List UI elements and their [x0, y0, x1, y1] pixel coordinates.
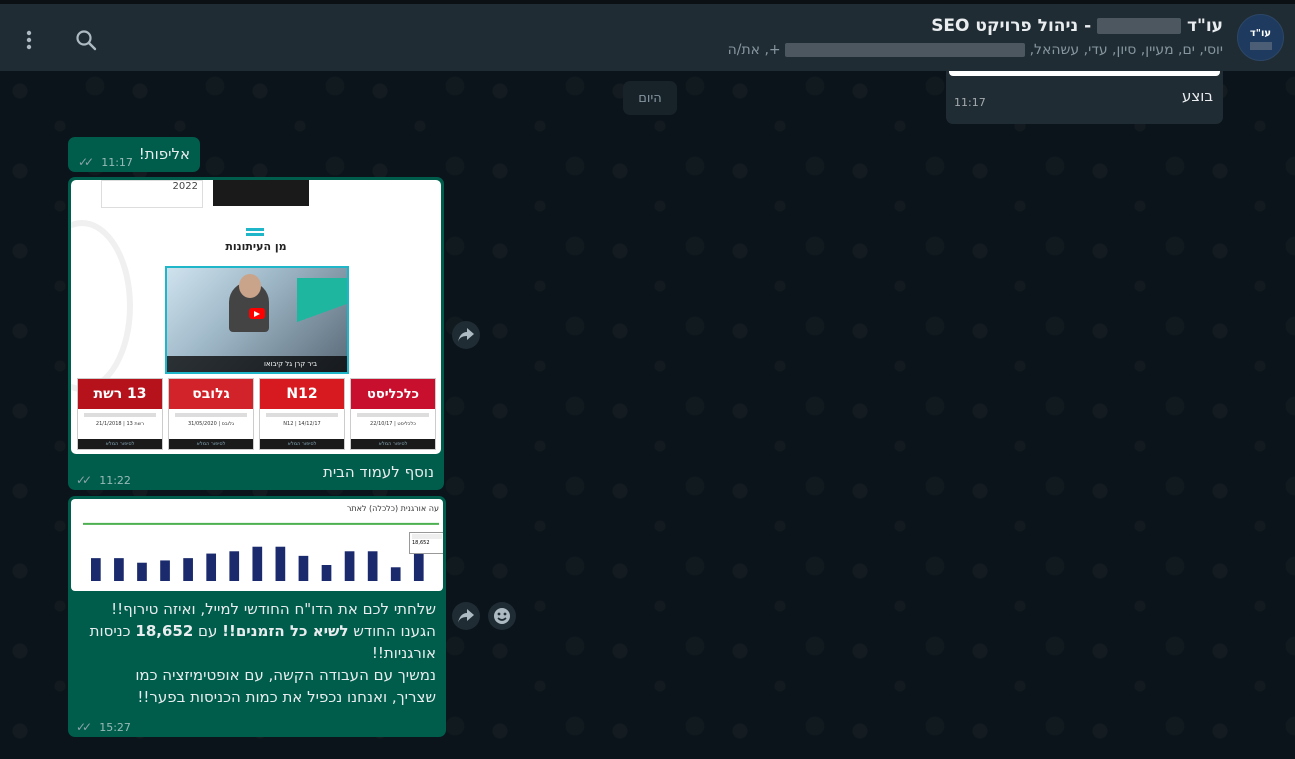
- message-time: 15:27: [99, 721, 131, 734]
- press-date: גלובס | 31/05/2020: [187, 421, 235, 427]
- quoted-image-edge: [949, 71, 1220, 76]
- press-heading: מן העיתונות: [225, 240, 287, 253]
- avatar-text: עו"ד: [1249, 28, 1272, 39]
- press-logo: N12: [260, 379, 344, 409]
- report-chart-image[interactable]: עה אורגנית (כלכלה) לאתר 18,652: [71, 499, 443, 591]
- chart-bar: [91, 558, 101, 581]
- chart-bar: [183, 558, 193, 581]
- react-button[interactable]: [488, 602, 516, 630]
- video-decor: [297, 278, 347, 348]
- incoming-message[interactable]: בוצע 11:17: [946, 71, 1223, 124]
- message-text: אליפות!: [138, 145, 190, 163]
- video-thumbnail[interactable]: ביר קרן גל קיבואו: [165, 266, 349, 374]
- award-badge-dark: [213, 180, 309, 206]
- chart-tooltip: 18,652: [409, 532, 443, 554]
- message-time: 11:22: [99, 474, 131, 487]
- chat-title[interactable]: עו"ד - ניהול פרויקט SEO: [931, 16, 1223, 36]
- outgoing-chart-message[interactable]: עה אורגנית (כלכלה) לאתר 18,652 שלחתי לכם…: [68, 496, 446, 737]
- bold-count: 18,652: [135, 622, 194, 640]
- message-meta: ✓✓ 15:27: [76, 716, 131, 735]
- press-date: כלכליסט | 22/10/17: [370, 421, 416, 427]
- press-date: N12 | 14/12/17: [283, 421, 321, 427]
- text-line: שצריך, ואנחנו נכפיל את כמות הכניסות בפער…: [137, 688, 436, 706]
- search-icon: [76, 30, 97, 51]
- message-time: 11:17: [101, 156, 133, 169]
- text-line: הגענו החודש לשיא כל הזמנים!! עם 18,652 כ…: [76, 620, 436, 664]
- redacted-participants: [785, 43, 1026, 57]
- message-text: בוצע: [1181, 87, 1213, 105]
- redacted-name: [1097, 18, 1182, 34]
- day-label: היום: [638, 90, 662, 106]
- chart-bar: [298, 555, 309, 581]
- participants-tail: +, את/ה: [727, 42, 781, 58]
- heading-accent: [246, 228, 264, 231]
- report-message-text: שלחתי לכם את הדו"ח החודשי למייל, ואיזה ט…: [76, 598, 436, 708]
- heading-accent: [246, 233, 264, 236]
- press-read-more[interactable]: לסיפור המלא: [260, 439, 344, 449]
- menu-button[interactable]: [11, 22, 47, 58]
- press-card-globes[interactable]: גלובס גלובס | 31/05/2020 לסיפור המלא: [168, 378, 254, 450]
- day-separator: היום: [623, 81, 677, 115]
- title-prefix: עו"ד: [1186, 16, 1223, 36]
- chat-header: עו"ד - ניהול פרויקט SEO יוסי, ים, מעיין,…: [0, 4, 1295, 71]
- more-vert-icon: [26, 30, 32, 50]
- press-logo: 13 רשת: [78, 379, 162, 409]
- outgoing-message[interactable]: אליפות! ✓✓ 11:17: [68, 137, 200, 172]
- award-badge: 2022: [101, 180, 203, 208]
- chart-bar: [321, 565, 332, 581]
- press-logo: גלובס: [169, 379, 253, 409]
- double-check-icon: ✓✓: [76, 473, 92, 487]
- title-suffix: - ניהול פרויקט SEO: [931, 16, 1092, 36]
- forward-button[interactable]: [452, 602, 480, 630]
- bar-chart: [83, 522, 439, 581]
- chart-bar: [229, 551, 240, 581]
- speaker-head: [239, 274, 261, 298]
- press-card-channel13[interactable]: 13 רשת רשת 13 | 21/1/2018 לסיפור המלא: [77, 378, 163, 450]
- text-line: שלחתי לכם את הדו"ח החודשי למייל, ואיזה ט…: [111, 600, 436, 618]
- text-segment: עם: [193, 622, 223, 640]
- avatar-redaction: [1250, 42, 1272, 50]
- chart-bar: [137, 562, 147, 581]
- image-caption: נוסף לעמוד הבית: [322, 463, 434, 481]
- chart-bar: [344, 551, 355, 581]
- press-read-more[interactable]: לסיפור המלא: [351, 439, 435, 449]
- press-page-image[interactable]: 2022 מן העיתונות ביר קרן גל קיבואו 13 רש…: [71, 180, 441, 454]
- chart-bar: [275, 546, 286, 581]
- group-avatar[interactable]: עו"ד: [1237, 14, 1284, 61]
- chart-bar: [390, 567, 401, 581]
- text-line: נמשיך עם העבודה הקשה, עם אופטימיזציה כמו: [135, 666, 436, 684]
- bold-record: לשיא כל הזמנים!!: [222, 622, 349, 640]
- press-logo: כלכליסט: [351, 379, 435, 409]
- press-read-more[interactable]: לסיפור המלא: [78, 439, 162, 449]
- forward-icon: [458, 609, 474, 623]
- chart-bar: [206, 553, 217, 581]
- chat-participants[interactable]: יוסי, ים, מעיין, סיון, עדי, עשהאל, +, את…: [728, 42, 1223, 58]
- press-date: רשת 13 | 21/1/2018: [95, 421, 145, 427]
- press-read-more[interactable]: לסיפור המלא: [169, 439, 253, 449]
- tooltip-value: 18,652: [412, 540, 430, 546]
- video-caption: ביר קרן גל קיבואו: [167, 356, 347, 372]
- forward-button[interactable]: [452, 321, 480, 349]
- forward-icon: [458, 328, 474, 342]
- participants-visible: יוסי, ים, מעיין, סיון, עדי, עשהאל,: [1029, 42, 1223, 58]
- chart-bar: [252, 546, 263, 581]
- double-check-icon: ✓✓: [76, 720, 92, 734]
- chart-bar: [160, 560, 170, 581]
- press-card-n12[interactable]: N12 N12 | 14/12/17 לסיפור המלא: [259, 378, 345, 450]
- youtube-play-icon[interactable]: [249, 308, 265, 319]
- chart-bar: [367, 551, 378, 581]
- chart-bar: [114, 558, 124, 581]
- outgoing-image-message[interactable]: 2022 מן העיתונות ביר קרן גל קיבואו 13 רש…: [68, 177, 444, 490]
- chat-area[interactable]: בוצע 11:17 היום אליפות! ✓✓ 11:17 2022 מן…: [0, 71, 1295, 759]
- search-button[interactable]: [68, 22, 104, 58]
- double-check-icon: ✓✓: [78, 155, 94, 169]
- press-card-calcalist[interactable]: כלכליסט כלכליסט | 22/10/17 לסיפור המלא: [350, 378, 436, 450]
- message-meta: ✓✓ 11:17: [78, 151, 133, 170]
- award-year: 2022: [172, 181, 198, 192]
- message-time: 11:17: [954, 96, 986, 109]
- message-meta: ✓✓ 11:22: [76, 469, 131, 488]
- emoji-icon: [494, 608, 510, 624]
- text-segment: הגענו החודש: [348, 622, 436, 640]
